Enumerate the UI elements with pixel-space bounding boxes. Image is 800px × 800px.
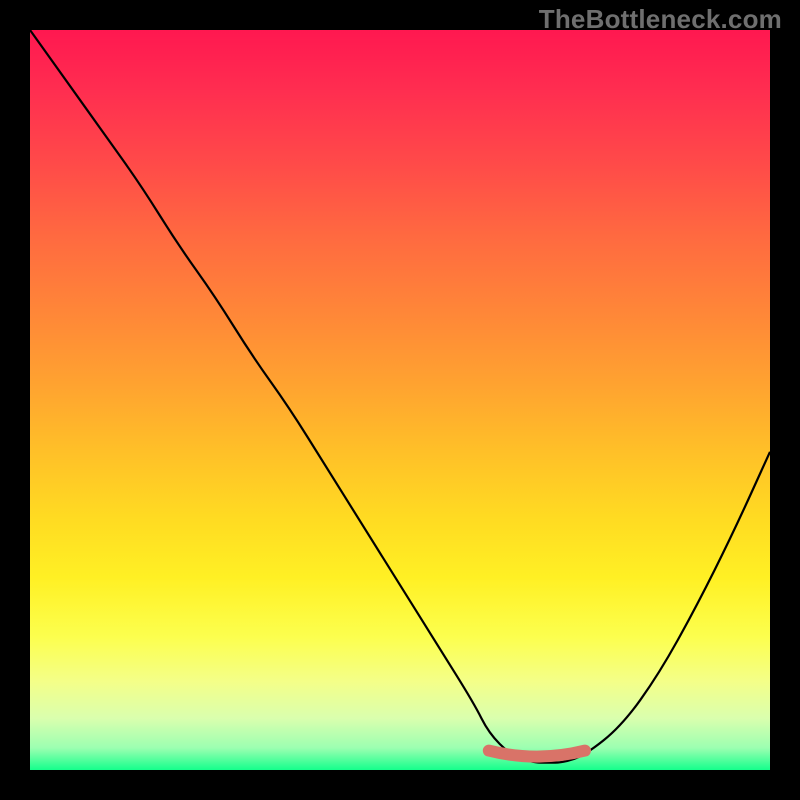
optimal-range-indicator [489,751,585,757]
watermark-text: TheBottleneck.com [539,4,782,35]
chart-frame: TheBottleneck.com [0,0,800,800]
chart-svg [30,30,770,770]
bottleneck-curve [30,30,770,763]
plot-area [30,30,770,770]
